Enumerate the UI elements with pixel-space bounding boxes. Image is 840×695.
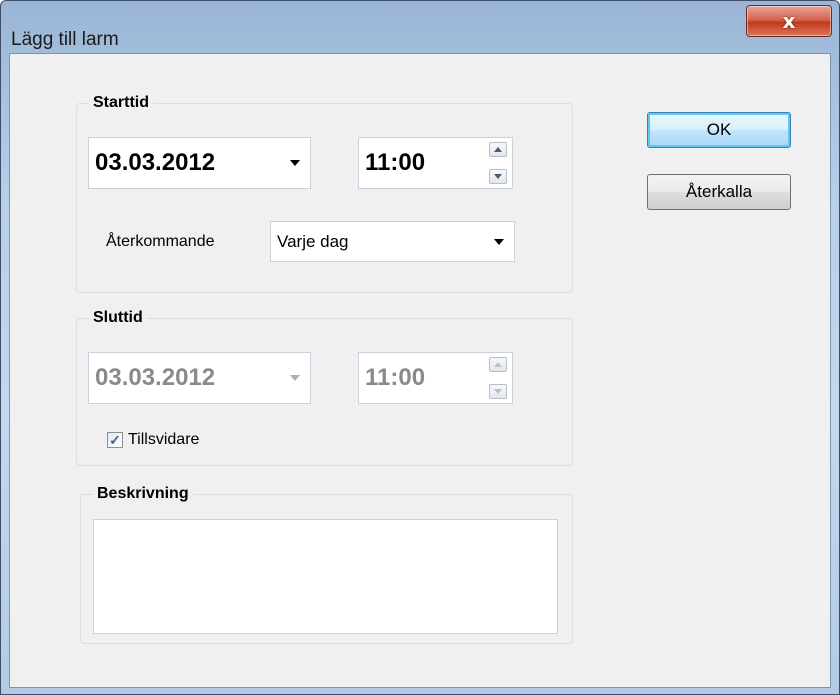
until-further-checkbox[interactable]: ✓ <box>107 432 123 448</box>
end-date-picker[interactable]: 03.03.2012 <box>88 352 311 404</box>
until-further-label[interactable]: Tillsvidare <box>128 431 199 449</box>
ok-button[interactable]: OK <box>647 112 791 148</box>
chevron-down-icon[interactable] <box>494 238 504 245</box>
start-date-picker[interactable]: 03.03.2012 <box>88 137 311 189</box>
start-time-value: 11:00 <box>365 149 426 176</box>
end-time-group: Sluttid 03.03.2012 11:00 ✓ Tillsvidare <box>76 309 573 466</box>
spin-down-button[interactable] <box>489 169 507 184</box>
dialog-window: Lägg till larm x Starttid 03.03.2012 11:… <box>0 0 840 695</box>
spin-up-button[interactable] <box>489 357 507 372</box>
spin-down-button[interactable] <box>489 384 507 399</box>
start-time-group: Starttid 03.03.2012 11:00 Återkommande V… <box>76 94 573 293</box>
description-group: Beskrivning <box>80 485 573 644</box>
arrow-up-icon <box>494 362 502 367</box>
chevron-down-icon[interactable] <box>290 160 300 166</box>
recurring-value: Varje dag <box>277 231 349 251</box>
ok-button-label: OK <box>706 120 732 139</box>
spin-up-button[interactable] <box>489 142 507 157</box>
chevron-down-icon[interactable] <box>290 375 300 381</box>
close-icon: x <box>782 9 796 33</box>
description-group-title: Beskrivning <box>93 485 193 503</box>
end-time-value: 11:00 <box>365 364 426 391</box>
dialog-client-area: Starttid 03.03.2012 11:00 Återkommande V… <box>9 53 831 688</box>
cancel-button-label: Återkalla <box>685 182 753 201</box>
arrow-up-icon <box>494 147 502 152</box>
title-bar[interactable]: Lägg till larm x <box>1 1 839 53</box>
arrow-down-icon <box>494 174 502 179</box>
window-title: Lägg till larm <box>11 29 119 50</box>
close-button[interactable]: x <box>746 5 832 37</box>
cancel-button[interactable]: Återkalla <box>647 174 791 210</box>
start-time-spinner[interactable]: 11:00 <box>358 137 513 189</box>
recurring-dropdown[interactable]: Varje dag <box>270 221 515 262</box>
end-time-spinner[interactable]: 11:00 <box>358 352 513 404</box>
start-date-value: 03.03.2012 <box>95 149 216 176</box>
description-textarea[interactable] <box>93 519 558 634</box>
checkmark-icon: ✓ <box>109 432 121 448</box>
arrow-down-icon <box>494 389 502 394</box>
end-date-value: 03.03.2012 <box>95 364 216 391</box>
start-time-group-title: Starttid <box>89 94 153 112</box>
recurring-label: Återkommande <box>106 233 215 250</box>
end-time-group-title: Sluttid <box>89 309 147 327</box>
